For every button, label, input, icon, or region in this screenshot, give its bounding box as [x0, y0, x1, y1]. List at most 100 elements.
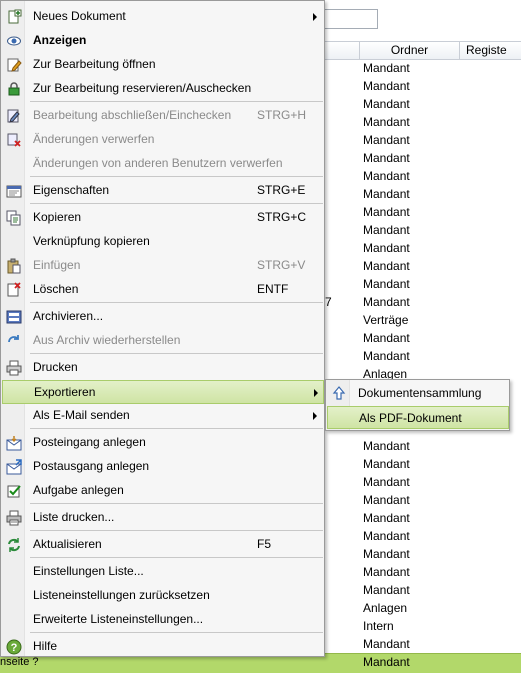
table-row[interactable]: Mandant — [322, 149, 521, 167]
submenu-arrow-icon — [314, 389, 318, 397]
menu-separator — [30, 101, 323, 102]
menu-item-label: Exportieren — [34, 385, 96, 399]
menu-item-label: Drucken — [33, 360, 78, 374]
table-row[interactable]: Mandant — [322, 95, 521, 113]
menu-item-aktualisieren[interactable]: Aktualisieren F5 — [2, 533, 324, 557]
table-row[interactable]: Mandant — [322, 527, 521, 545]
table-row[interactable]: Mandant — [322, 131, 521, 149]
column-header-ordner[interactable]: Ordner — [359, 42, 459, 60]
row-ordner: Mandant — [363, 511, 410, 525]
menu-item-label: Aus Archiv wiederherstellen — [33, 333, 181, 347]
menu-item-listeneinstellungen-zuruecksetzen[interactable]: Listeneinstellungen zurücksetzen — [2, 584, 324, 608]
archive-icon — [6, 309, 22, 325]
table-row[interactable]: Mandant — [322, 257, 521, 275]
table-row[interactable]: Mandant — [322, 635, 521, 653]
table-row[interactable]: Anlagen — [322, 599, 521, 617]
menu-item-label: Aktualisieren — [33, 537, 102, 551]
table-row[interactable]: Mandant — [322, 167, 521, 185]
menu-item-label: Aufgabe anlegen — [33, 483, 124, 497]
row-ordner: Mandant — [363, 547, 410, 561]
row-ordner: Mandant — [363, 115, 410, 129]
menu-item-einfuegen[interactable]: Einfügen STRG+V — [2, 254, 324, 278]
menu-separator — [30, 176, 323, 177]
menu-item-shortcut: STRG+V — [257, 258, 306, 272]
menu-item-bearbeitung-abschliessen-einchecken[interactable]: Bearbeitung abschließen/Einchecken STRG+H — [2, 104, 324, 128]
table-row[interactable]: Mandant — [322, 185, 521, 203]
menu-item-zur-bearbeitung-oeffnen[interactable]: Zur Bearbeitung öffnen — [2, 53, 324, 77]
table-row[interactable]: Mandant — [322, 113, 521, 131]
row-ordner: Mandant — [363, 151, 410, 165]
menu-item-postausgang-anlegen[interactable]: Postausgang anlegen — [2, 455, 324, 479]
table-row[interactable]: Mandant — [322, 203, 521, 221]
row-ordner: Mandant — [363, 79, 410, 93]
table-row[interactable]: Intern — [322, 617, 521, 635]
table-row[interactable]: Mandant — [322, 59, 521, 77]
menu-item-erweiterte-listeneinstellungen[interactable]: Erweiterte Listeneinstellungen... — [2, 608, 324, 632]
menu-item-drucken[interactable]: Drucken — [2, 356, 324, 380]
row-ordner: Mandant — [363, 475, 410, 489]
paste-icon — [6, 258, 22, 274]
menu-item-aufgabe-anlegen[interactable]: Aufgabe anlegen — [2, 479, 324, 503]
menu-item-exportieren[interactable]: Exportieren — [2, 380, 324, 404]
row-ordner: Mandant — [363, 565, 410, 579]
menu-item-shortcut: STRG+H — [257, 108, 307, 122]
row-ordner: Mandant — [363, 241, 410, 255]
row-ordner: Mandant — [363, 493, 410, 507]
menu-item-kopieren[interactable]: Kopieren STRG+C — [2, 206, 324, 230]
menu-item-label: Einstellungen Liste... — [33, 564, 144, 578]
table-row[interactable]: Mandant — [322, 491, 521, 509]
menu-item-anzeigen[interactable]: Anzeigen — [2, 29, 324, 53]
table-row[interactable]: Mandant — [322, 455, 521, 473]
restore-icon — [6, 333, 22, 349]
menu-separator — [30, 557, 323, 558]
table-row[interactable]: Mandant — [322, 437, 521, 455]
svg-text:?: ? — [11, 642, 18, 654]
table-row[interactable]: Verträge — [322, 311, 521, 329]
menu-item-posteingang-anlegen[interactable]: Posteingang anlegen — [2, 431, 324, 455]
search-input[interactable] — [322, 9, 378, 29]
table-row[interactable]: 7 Mandant — [322, 293, 521, 311]
menu-item-archivieren[interactable]: Archivieren... — [2, 305, 324, 329]
menu-item-aus-archiv-wiederherstellen[interactable]: Aus Archiv wiederherstellen — [2, 329, 324, 353]
menu-separator — [30, 302, 323, 303]
table-row[interactable]: Mandant — [322, 275, 521, 293]
menu-item-als-e-mail-senden[interactable]: Als E-Mail senden — [2, 404, 324, 428]
table-row[interactable]: Mandant — [322, 221, 521, 239]
row-ordner: Anlagen — [363, 601, 408, 615]
column-header-registe[interactable]: Registe — [459, 42, 521, 60]
menu-item-shortcut: ENTF — [257, 282, 289, 296]
table-row[interactable]: Mandant — [322, 77, 521, 95]
menu-item-verknuepfung-kopieren[interactable]: Verknüpfung kopieren — [2, 230, 324, 254]
menu-item-liste-drucken[interactable]: Liste drucken... — [2, 506, 324, 530]
menu-item-zur-bearbeitung-reservieren-auschecken[interactable]: Zur Bearbeitung reservieren/Auschecken — [2, 77, 324, 101]
row-ordner: Mandant — [363, 583, 410, 597]
row-ordner: Mandant — [363, 187, 410, 201]
submenu-item-dokumentensammlung[interactable]: Dokumentensammlung — [327, 382, 509, 405]
properties-icon — [6, 183, 22, 199]
menu-item-aenderungen-von-anderen-benutzern-verwerfen[interactable]: Änderungen von anderen Benutzern verwerf… — [2, 152, 324, 176]
outbox-icon — [6, 459, 22, 475]
menu-item-einstellungen-liste[interactable]: Einstellungen Liste... — [2, 560, 324, 584]
checkout-lock-icon — [6, 81, 22, 97]
menu-item-label: Postausgang anlegen — [33, 459, 150, 473]
table-row[interactable]: Mandant — [322, 509, 521, 527]
menu-item-aenderungen-verwerfen[interactable]: Änderungen verwerfen — [2, 128, 324, 152]
row-ordner: Mandant — [363, 637, 410, 651]
table-row[interactable]: Mandant — [322, 581, 521, 599]
row-ordner: Intern — [363, 619, 394, 633]
menu-item-loeschen[interactable]: Löschen ENTF — [2, 278, 324, 302]
menu-item-hilfe[interactable]: ? Hilfe — [2, 635, 324, 659]
table-row[interactable]: Mandant — [322, 347, 521, 365]
table-row[interactable]: Mandant — [322, 329, 521, 347]
table-row[interactable]: Mandant — [322, 545, 521, 563]
menu-item-eigenschaften[interactable]: Eigenschaften STRG+E — [2, 179, 324, 203]
context-menu: Neues Dokument Anzeigen Zur Bearbeitung öf… — [0, 0, 325, 657]
menu-item-label: Archivieren... — [33, 309, 104, 323]
table-row[interactable]: Mandant — [322, 239, 521, 257]
discard-changes-icon — [6, 132, 22, 148]
menu-item-shortcut: F5 — [257, 537, 272, 551]
submenu-item-als-pdf-dokument[interactable]: Als PDF-Dokument — [327, 406, 509, 429]
table-row[interactable]: Mandant — [322, 563, 521, 581]
table-row[interactable]: Mandant — [322, 473, 521, 491]
menu-item-neues-dokument[interactable]: Neues Dokument — [2, 5, 324, 29]
